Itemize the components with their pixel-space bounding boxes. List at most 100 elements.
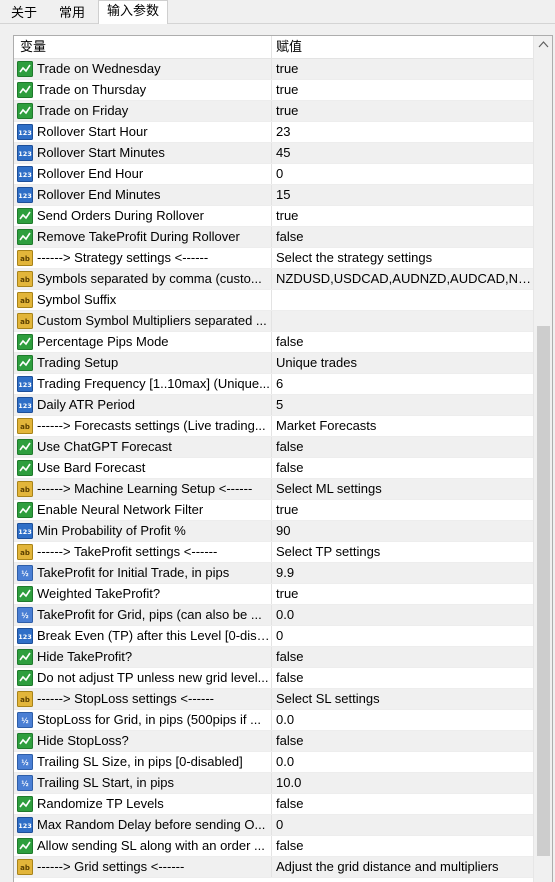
parameter-row[interactable]: Send Orders During Rollover true <box>14 206 533 227</box>
parameter-row[interactable]: ab ------> Grid settings <------ Adjust th… <box>14 857 533 878</box>
parameter-value[interactable]: false <box>272 437 533 457</box>
tab-about[interactable]: 关于 <box>2 2 46 24</box>
parameter-value[interactable]: Adjust the grid distance and multipliers <box>272 857 533 877</box>
parameter-value[interactable]: 0.0 <box>272 605 533 625</box>
parameter-row[interactable]: ½ TakeProfit for Initial Trade, in pips 9.… <box>14 563 533 584</box>
parameter-row[interactable]: ab ------> TakeProfit settings <------ Sel… <box>14 542 533 563</box>
parameter-value[interactable]: true <box>272 500 533 520</box>
parameter-value[interactable]: Select the strategy settings <box>272 248 533 268</box>
column-header-variable[interactable]: 变量 <box>14 36 272 58</box>
parameter-value[interactable]: 0 <box>272 164 533 184</box>
parameter-row[interactable]: ab Symbols separated by comma (custo... NZ… <box>14 269 533 290</box>
string-param-icon: ab <box>17 544 33 560</box>
parameter-row[interactable]: ab ------> Strategy settings <------ Selec… <box>14 248 533 269</box>
parameter-value[interactable]: Select TP settings <box>272 542 533 562</box>
parameter-row[interactable]: 123 Max Random Delay before sending O... 0 <box>14 815 533 836</box>
parameter-value[interactable]: 6 <box>272 374 533 394</box>
parameter-value[interactable]: true <box>272 101 533 121</box>
parameter-value[interactable]: 23 <box>272 122 533 142</box>
vertical-scrollbar[interactable] <box>533 36 552 882</box>
parameter-name: Trade on Wednesday <box>14 59 272 79</box>
parameter-row[interactable]: ab ------> Machine Learning Setup <------… <box>14 479 533 500</box>
parameter-row[interactable]: ab Custom Symbol Multipliers separated ..… <box>14 311 533 332</box>
parameter-value[interactable]: false <box>272 794 533 814</box>
parameter-row[interactable]: Allow sending SL along with an order ...… <box>14 836 533 857</box>
parameter-value[interactable]: 9.9 <box>272 563 533 583</box>
parameter-row[interactable]: 123 Rollover Start Hour 23 <box>14 122 533 143</box>
parameter-value[interactable]: 0.0 <box>272 752 533 772</box>
parameter-row[interactable]: 123 Daily ATR Period 5 <box>14 395 533 416</box>
parameter-value[interactable] <box>272 311 533 331</box>
parameter-value[interactable]: false <box>272 458 533 478</box>
parameter-value[interactable]: false <box>272 332 533 352</box>
parameter-row[interactable]: Remove TakeProfit During Rollover false <box>14 227 533 248</box>
parameter-row[interactable]: 123 Rollover Start Minutes 45 <box>14 143 533 164</box>
parameter-row[interactable]: 123 Break Even (TP) after this Level [0-d… <box>14 626 533 647</box>
parameter-value[interactable]: true <box>272 59 533 79</box>
parameter-value[interactable]: 0.0 <box>272 710 533 730</box>
parameter-value[interactable]: false <box>272 668 533 688</box>
parameter-value[interactable]: NZDUSD,USDCAD,AUDNZD,AUDCAD,NZD... <box>272 269 533 289</box>
parameter-row[interactable]: Hide TakeProfit? false <box>14 647 533 668</box>
parameter-value[interactable]: false <box>272 647 533 667</box>
scroll-up-arrow-icon[interactable] <box>534 36 553 53</box>
parameter-row[interactable]: 123 Rollover End Hour 0 <box>14 164 533 185</box>
parameter-row[interactable]: Randomize TP Levels false <box>14 794 533 815</box>
parameter-row[interactable]: Use ChatGPT Forecast false <box>14 437 533 458</box>
parameter-row[interactable]: 123 Min Probability of Profit % 90 <box>14 521 533 542</box>
parameter-row[interactable]: Hide StopLoss? false <box>14 731 533 752</box>
parameter-row[interactable]: ½ TakeProfit for Grid, pips (can also be … <box>14 605 533 626</box>
parameter-value[interactable] <box>272 290 533 310</box>
parameter-name: ab ------> Strategy settings <------ <box>14 248 272 268</box>
parameter-row[interactable]: Do not adjust TP unless new grid level..… <box>14 668 533 689</box>
parameter-row[interactable]: ab Symbol Suffix <box>14 290 533 311</box>
parameter-row[interactable]: Trade on Thursday true <box>14 80 533 101</box>
parameter-value[interactable]: Select ML settings <box>272 479 533 499</box>
parameter-value[interactable]: true <box>272 206 533 226</box>
parameter-value[interactable]: 15 <box>272 185 533 205</box>
parameter-row[interactable]: Trading Setup Unique trades <box>14 353 533 374</box>
parameter-value[interactable]: 90 <box>272 521 533 541</box>
string-param-icon: ab <box>17 418 33 434</box>
svg-text:123: 123 <box>18 150 32 158</box>
svg-text:123: 123 <box>18 633 32 641</box>
parameter-name: ½ TakeProfit for Grid, pips (can also be … <box>14 605 272 625</box>
parameter-value[interactable]: 45 <box>272 143 533 163</box>
parameter-row[interactable]: ab ------> Forecasts settings (Live tradi… <box>14 416 533 437</box>
parameter-row[interactable]: Enable Neural Network Filter true <box>14 500 533 521</box>
tab-inputs[interactable]: 输入参数 <box>98 0 169 25</box>
parameter-value[interactable]: 0 <box>272 815 533 835</box>
parameter-value[interactable]: false <box>272 227 533 247</box>
parameter-value[interactable]: true <box>272 584 533 604</box>
parameter-value[interactable]: true <box>272 80 533 100</box>
parameter-value[interactable]: false <box>272 731 533 751</box>
parameter-value[interactable]: Unique trades <box>272 353 533 373</box>
parameter-row[interactable]: ½ Trailing SL Start, in pips 10.0 <box>14 773 533 794</box>
parameter-rows: Trade on Wednesday true Trade on Thursday t… <box>14 59 533 878</box>
parameter-value[interactable]: false <box>272 836 533 856</box>
svg-text:ab: ab <box>20 864 30 872</box>
parameter-row[interactable]: ½ StopLoss for Grid, in pips (500pips if … <box>14 710 533 731</box>
column-header-value[interactable]: 赋值 <box>272 36 533 58</box>
parameter-row[interactable]: 123 Rollover End Minutes 15 <box>14 185 533 206</box>
parameter-row[interactable]: ½ Trailing SL Size, in pips [0-disabled] 0… <box>14 752 533 773</box>
parameter-row[interactable]: Trade on Wednesday true <box>14 59 533 80</box>
parameter-value[interactable]: 10.0 <box>272 773 533 793</box>
parameter-name: ab Symbol Suffix <box>14 290 272 310</box>
scrollbar-thumb[interactable] <box>537 326 550 856</box>
parameter-value[interactable]: Select SL settings <box>272 689 533 709</box>
parameter-value[interactable]: 5 <box>272 395 533 415</box>
parameter-name: Use ChatGPT Forecast <box>14 437 272 457</box>
parameter-value[interactable]: Market Forecasts <box>272 416 533 436</box>
parameter-row[interactable]: 123 Trading Frequency [1..10max] (Unique.… <box>14 374 533 395</box>
parameter-row[interactable]: Use Bard Forecast false <box>14 458 533 479</box>
parameter-row[interactable]: Weighted TakeProfit? true <box>14 584 533 605</box>
double-param-icon: ½ <box>17 565 33 581</box>
parameter-row[interactable]: Trade on Friday true <box>14 101 533 122</box>
tab-common[interactable]: 常用 <box>50 2 94 24</box>
parameter-value[interactable]: 0 <box>272 626 533 646</box>
parameter-name: ab ------> TakeProfit settings <------ <box>14 542 272 562</box>
bool-param-icon <box>17 229 33 245</box>
parameter-row[interactable]: ab ------> StopLoss settings <------ Selec… <box>14 689 533 710</box>
parameter-row[interactable]: Percentage Pips Mode false <box>14 332 533 353</box>
